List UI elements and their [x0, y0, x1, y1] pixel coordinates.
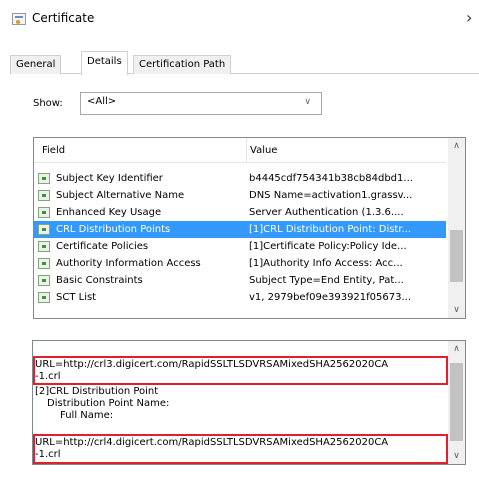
certificate-field-icon [38, 241, 50, 252]
column-header-value[interactable]: Value [250, 145, 277, 156]
show-selected-value: <All> [87, 96, 117, 107]
certificate-field-icon [38, 207, 50, 218]
scroll-up-icon[interactable]: ∧ [448, 141, 465, 151]
table-row[interactable]: Authority Information Access [1]Authorit… [34, 255, 446, 272]
table-row[interactable]: Subject Alternative Name DNS Name=activa… [34, 187, 446, 204]
table-row[interactable]: Certificate Policies [1]Certificate Poli… [34, 238, 446, 255]
scroll-up-icon[interactable]: ∧ [448, 344, 465, 354]
certificate-field-icon [38, 292, 50, 303]
highlight-box [33, 356, 448, 385]
certificate-field-icon [38, 258, 50, 269]
fields-list[interactable]: Field Value Subject Key Identifier b4445… [33, 137, 466, 319]
field-value: [1]CRL Distribution Point: Distr... [249, 224, 412, 235]
column-header-field[interactable]: Field [42, 145, 65, 156]
table-row[interactable]: Basic Constraints Subject Type=End Entit… [34, 272, 446, 289]
tab-certification-path[interactable]: Certification Path [133, 55, 232, 74]
chevron-down-icon: ∨ [304, 97, 311, 107]
certificate-field-icon [38, 173, 50, 184]
window-title: Certificate [32, 11, 95, 25]
scroll-thumb[interactable] [450, 230, 463, 282]
table-row-selected[interactable]: CRL Distribution Points [1]CRL Distribut… [34, 221, 446, 238]
field-name: Subject Key Identifier [56, 173, 163, 184]
field-name: SCT List [56, 292, 97, 303]
show-label: Show: [33, 98, 63, 109]
certificate-field-icon [38, 224, 50, 235]
field-value: Server Authentication (1.3.6.... [249, 207, 404, 218]
scroll-thumb[interactable] [450, 363, 463, 441]
field-value: [1]Authority Info Access: Acc... [249, 258, 403, 269]
detail-line: Distribution Point Name: [47, 398, 170, 409]
detail-line: [2]CRL Distribution Point [35, 386, 159, 397]
table-row[interactable]: SCT List v1, 2979bef09e393921f05673... [34, 289, 446, 306]
field-value: [1]Certificate Policy:Policy Ide... [249, 241, 407, 252]
highlight-box [33, 434, 448, 464]
fields-scrollbar[interactable]: ∧ ∨ [448, 138, 465, 318]
field-detail-textbox[interactable]: URL=http://crl3.digicert.com/RapidSSLTLS… [32, 340, 466, 465]
field-name: Enhanced Key Usage [56, 207, 162, 218]
table-row[interactable]: Subject Key Identifier b4445cdf754341b38… [34, 170, 446, 187]
certificate-field-icon [38, 190, 50, 201]
column-separator[interactable] [246, 138, 247, 162]
scroll-down-icon[interactable]: ∨ [448, 451, 465, 461]
field-name: Certificate Policies [56, 241, 149, 252]
tab-general[interactable]: General [10, 55, 62, 74]
certificate-field-icon [38, 275, 50, 286]
field-value: b4445cdf754341b38cb84dbd1... [249, 173, 413, 184]
show-dropdown[interactable]: <All> ∨ [80, 92, 322, 115]
tab-details[interactable]: Details [81, 51, 128, 75]
field-name: CRL Distribution Points [56, 224, 171, 235]
field-name: Subject Alternative Name [56, 190, 185, 201]
field-name: Basic Constraints [56, 275, 143, 286]
scroll-down-icon[interactable]: ∨ [448, 305, 465, 315]
field-value: DNS Name=activation1.grassv... [249, 190, 413, 201]
table-row[interactable]: Enhanced Key Usage Server Authentication… [34, 204, 446, 221]
certificate-icon [12, 13, 26, 25]
field-name: Authority Information Access [56, 258, 201, 269]
field-value: Subject Type=End Entity, Pat... [249, 275, 404, 286]
list-header: Field Value [34, 138, 446, 163]
detail-scrollbar[interactable]: ∧ ∨ [448, 341, 465, 464]
detail-line: Full Name: [60, 410, 114, 421]
field-value: v1, 2979bef09e393921f05673... [249, 292, 412, 303]
close-icon[interactable]: › [466, 8, 472, 27]
